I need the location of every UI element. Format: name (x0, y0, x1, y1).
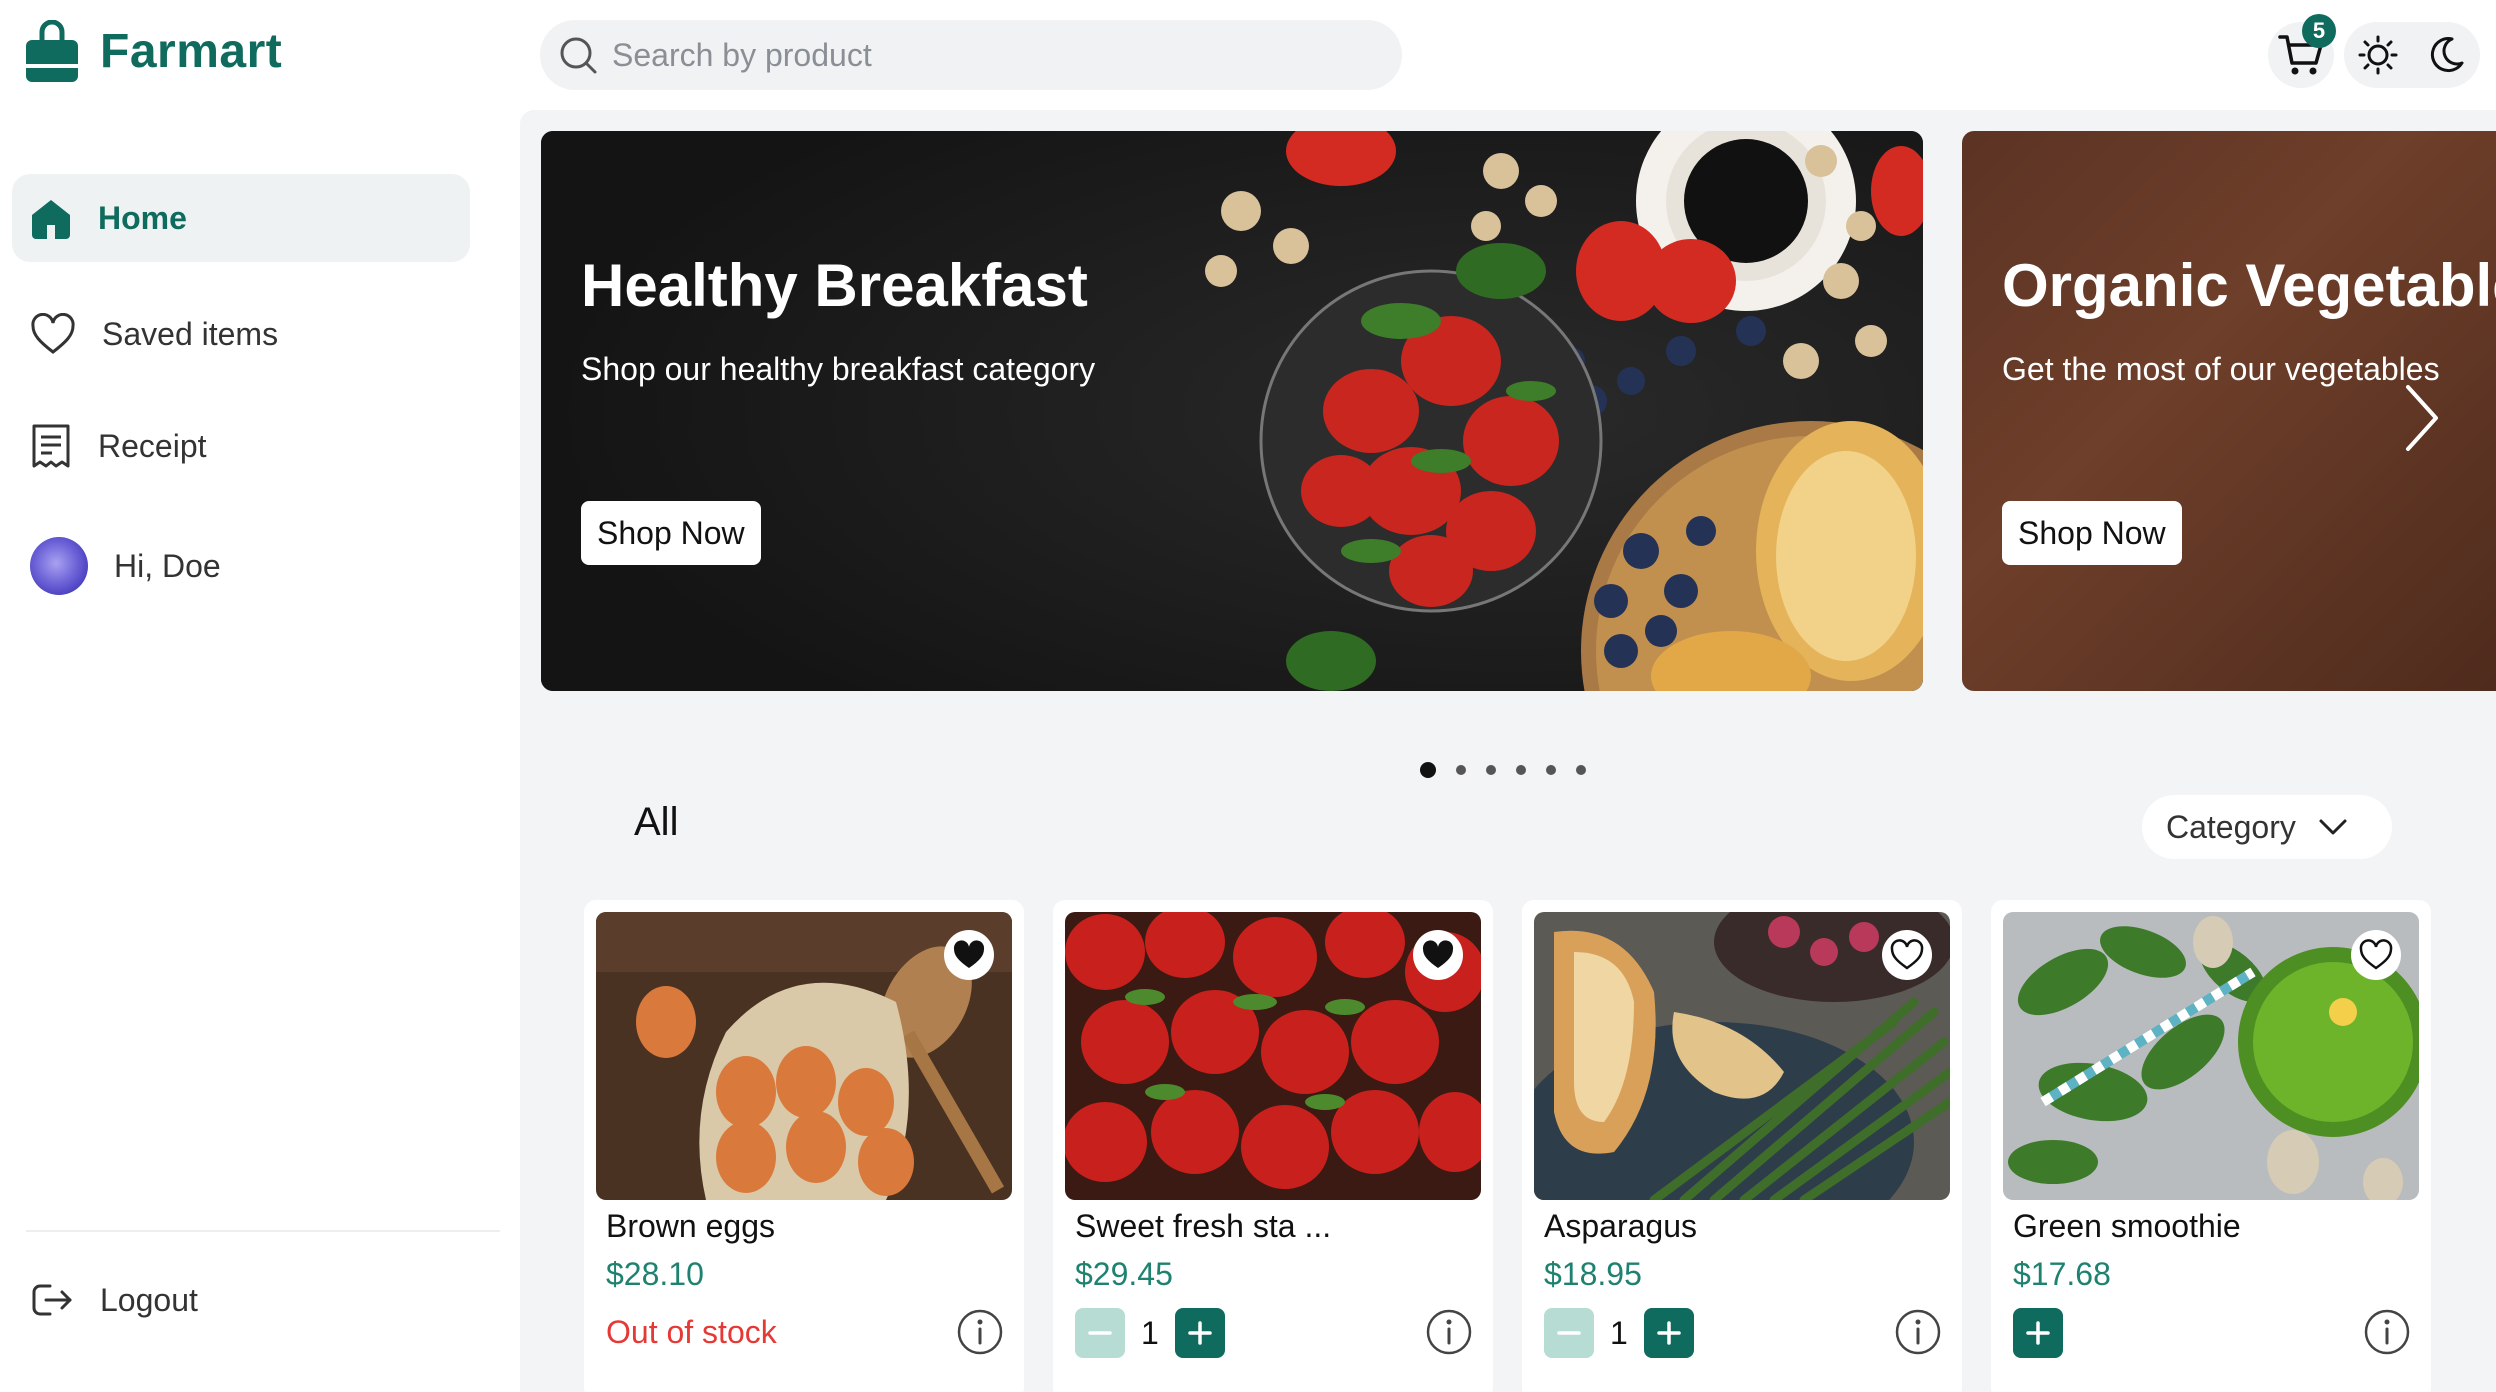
add-to-cart-row (2013, 1308, 2063, 1358)
chevron-right-icon[interactable] (2402, 383, 2442, 453)
product-price: $17.68 (2013, 1256, 2111, 1292)
shop-now-button[interactable]: Shop Now (581, 501, 761, 565)
carousel-dot[interactable] (1456, 765, 1466, 775)
category-dropdown[interactable]: Category (2142, 795, 2392, 859)
app-name: Farmart (100, 24, 283, 78)
product-price: $18.95 (1544, 1256, 1642, 1292)
product-name: Asparagus (1544, 1208, 1697, 1244)
heart-outline-icon (2359, 939, 2393, 970)
favorite-button[interactable] (1413, 930, 1463, 980)
logout-icon (32, 1284, 72, 1316)
add-to-cart-button[interactable] (2013, 1308, 2063, 1358)
increase-button[interactable] (1174, 1308, 1225, 1358)
product-image[interactable] (2003, 912, 2419, 1200)
quantity-value: 1 (1141, 1314, 1159, 1351)
minus-icon (1557, 1331, 1581, 1335)
product-image[interactable] (1534, 912, 1950, 1200)
carousel-dot[interactable] (1486, 765, 1496, 775)
category-label: Category (2166, 808, 2296, 845)
favorite-button[interactable] (1882, 930, 1932, 980)
banner-healthy-breakfast[interactable]: Healthy Breakfast Shop our healthy break… (541, 131, 1923, 691)
product-image[interactable] (1065, 912, 1481, 1200)
shopping-bag-icon (26, 20, 78, 82)
plus-icon (1188, 1321, 1212, 1345)
product-card-green-smoothie[interactable]: Green smoothie $17.68 (1991, 900, 2431, 1392)
heart-filled-icon (1422, 940, 1454, 968)
decrease-button[interactable] (1075, 1308, 1125, 1358)
moon-icon[interactable] (2426, 35, 2466, 75)
quantity-stepper: 1 (1075, 1308, 1225, 1358)
logout-button[interactable]: Logout (12, 1256, 470, 1344)
decrease-button[interactable] (1544, 1308, 1594, 1358)
sidebar-item-home[interactable]: Home (12, 174, 470, 262)
breakfast-photo (541, 131, 1923, 691)
search-input[interactable] (612, 36, 1372, 74)
logo[interactable]: Farmart (26, 20, 282, 82)
heart-outline-icon (1890, 939, 1924, 970)
product-image[interactable] (596, 912, 1012, 1200)
info-icon[interactable] (2363, 1308, 2411, 1356)
banner-title: Healthy Breakfast (581, 252, 1088, 319)
stock-status: Out of stock (606, 1314, 777, 1350)
product-card-asparagus[interactable]: Asparagus $18.95 1 (1522, 900, 1962, 1392)
cart-count-badge: 5 (2302, 14, 2336, 48)
sidebar-item-profile[interactable]: Hi, Doe (12, 522, 470, 610)
favorite-button[interactable] (944, 930, 994, 980)
main-content: Healthy Breakfast Shop our healthy break… (520, 110, 2496, 1392)
info-icon[interactable] (956, 1308, 1004, 1356)
sun-icon[interactable] (2358, 35, 2398, 75)
sidebar-item-saved[interactable]: Saved items (12, 290, 470, 378)
banner-title: Organic Vegetables (2002, 252, 2496, 319)
minus-icon (1088, 1331, 1112, 1335)
info-icon[interactable] (1894, 1308, 1942, 1356)
avatar (30, 537, 88, 595)
product-card-strawberries[interactable]: Sweet fresh sta ... $29.45 1 (1053, 900, 1493, 1392)
heart-filled-icon (953, 940, 985, 968)
sidebar-item-label: Receipt (98, 427, 207, 464)
search-icon (560, 37, 597, 74)
heart-icon (31, 313, 75, 354)
sidebar-item-label: Home (98, 199, 187, 236)
plus-icon (2026, 1321, 2050, 1345)
product-name: Brown eggs (606, 1208, 775, 1244)
receipt-icon (32, 424, 70, 468)
banner-subtitle: Shop our healthy breakfast category (581, 351, 1096, 387)
info-icon[interactable] (1425, 1308, 1473, 1356)
carousel-dot[interactable] (1576, 765, 1586, 775)
product-price: $29.45 (1075, 1256, 1173, 1292)
sidebar-item-receipt[interactable]: Receipt (12, 402, 470, 490)
search-bar[interactable] (540, 20, 1402, 90)
sidebar: Farmart Home Saved items Receipt Hi, Doe (0, 0, 520, 1392)
sidebar-item-label: Saved items (102, 315, 279, 352)
favorite-button[interactable] (2351, 930, 2401, 980)
sidebar-item-label: Hi, Doe (114, 547, 221, 584)
product-price: $28.10 (606, 1256, 704, 1292)
carousel-dot[interactable] (1516, 765, 1526, 775)
section-title: All (634, 800, 679, 844)
sidebar-divider (26, 1230, 500, 1232)
carousel-dot[interactable] (1546, 765, 1556, 775)
carousel-dot[interactable] (1420, 762, 1436, 778)
banner-subtitle: Get the most of our vegetables (2002, 351, 2440, 387)
home-icon (32, 200, 70, 239)
chevron-down-icon (2319, 819, 2347, 835)
quantity-stepper: 1 (1544, 1308, 1694, 1358)
increase-button[interactable] (1643, 1308, 1694, 1358)
plus-icon (1657, 1321, 1681, 1345)
carousel-indicator (1420, 762, 1606, 778)
product-name: Green smoothie (2013, 1208, 2241, 1244)
product-card-brown-eggs[interactable]: Brown eggs $28.10 Out of stock (584, 900, 1024, 1392)
logout-label: Logout (100, 1281, 198, 1318)
quantity-value: 1 (1610, 1314, 1628, 1351)
product-name: Sweet fresh sta ... (1075, 1208, 1332, 1244)
banner-organic-vegetables[interactable]: Organic Vegetables Get the most of our v… (1962, 131, 2496, 691)
theme-toggle[interactable] (2344, 22, 2480, 88)
shop-now-button[interactable]: Shop Now (2002, 501, 2182, 565)
